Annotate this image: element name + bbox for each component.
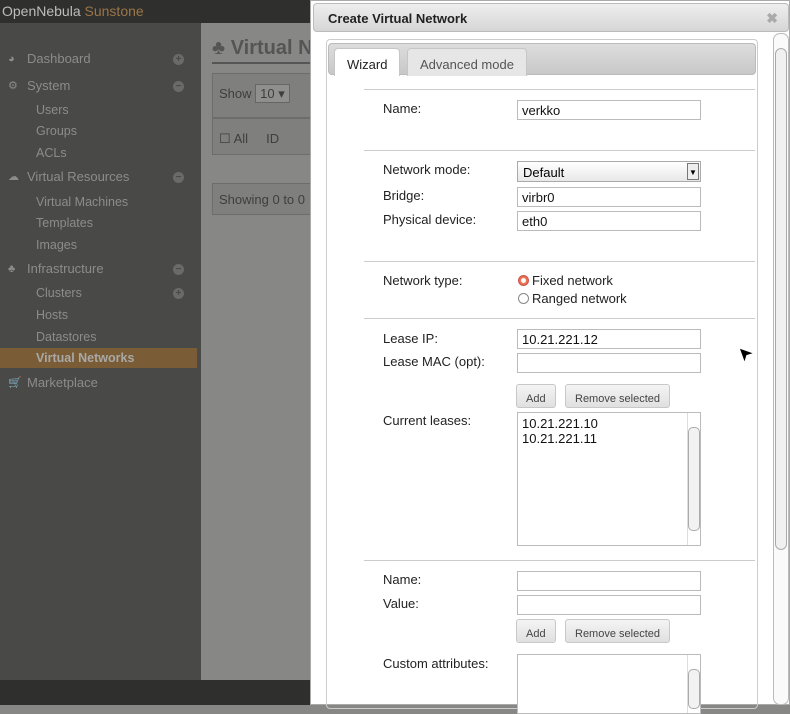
table-toolbar: Show 10 ▾ (212, 73, 312, 118)
sidebar-item-dashboard[interactable]: ◕ Dashboard + (0, 49, 197, 69)
dialog-scrollbar[interactable] (773, 33, 789, 705)
select-all-checkbox[interactable]: ☐ (219, 131, 231, 146)
sidebar-item-virtual-machines[interactable]: Virtual Machines (0, 192, 197, 212)
lease-ip-label: Lease IP: (383, 331, 438, 346)
add-attribute-button[interactable]: Add (516, 619, 556, 643)
remove-selected-attributes-button[interactable]: Remove selected (565, 619, 670, 643)
add-lease-button[interactable]: Add (516, 384, 556, 408)
dashboard-icon: ◕ (8, 53, 15, 65)
sidebar-item-virtual-networks[interactable]: Virtual Networks (0, 348, 197, 368)
sidebar: ◕ Dashboard + ⚙ System − Users Groups ACLs ☁… (0, 23, 201, 680)
list-item[interactable]: 10.21.221.10 (522, 416, 696, 431)
label: Clusters (36, 286, 82, 300)
list-item[interactable]: 10.21.221.11 (522, 431, 696, 446)
page-size-select[interactable]: 10 ▾ (255, 84, 290, 103)
close-icon[interactable]: ✖ (766, 10, 778, 27)
collapse-icon[interactable]: − (173, 264, 184, 275)
table-header: ☐ All ID (212, 118, 312, 155)
sidebar-item-system[interactable]: ⚙ System − (0, 76, 197, 96)
sidebar-item-users[interactable]: Users (0, 100, 197, 120)
label: Infrastructure (27, 261, 104, 276)
physical-device-input[interactable] (517, 211, 701, 231)
attribute-name-input[interactable] (517, 571, 701, 591)
divider (364, 150, 755, 151)
label: Virtual Resources (27, 169, 130, 184)
label: Marketplace (27, 375, 98, 390)
lease-ip-input[interactable] (517, 329, 701, 349)
label: System (27, 78, 71, 93)
label: All (233, 131, 249, 146)
lease-mac-label: Lease MAC (opt): (383, 354, 485, 369)
gears-icon: ⚙ (8, 80, 18, 92)
fixed-network-radio[interactable]: Fixed network (518, 273, 613, 288)
label: Dashboard (27, 51, 91, 66)
tab-bar: Wizard Advanced mode (328, 43, 756, 76)
ranged-network-radio[interactable]: Ranged network (518, 291, 627, 306)
current-leases-label: Current leases: (383, 413, 472, 428)
sitemap-icon: ♣ (8, 263, 16, 275)
list-scrollbar[interactable] (687, 413, 700, 545)
bridge-input[interactable] (517, 187, 701, 207)
sitemap-icon: ♣ (212, 37, 226, 59)
network-mode-select[interactable]: Default ▼ (517, 161, 701, 182)
sidebar-item-virtual-resources[interactable]: ☁ Virtual Resources − (0, 167, 197, 187)
column-id[interactable]: ID (266, 131, 279, 146)
expand-icon[interactable]: + (173, 288, 184, 299)
divider (364, 261, 755, 262)
show-label: Show (219, 86, 252, 101)
cloud-icon: ☁ (8, 171, 19, 183)
divider (364, 89, 755, 90)
custom-attributes-list[interactable] (517, 654, 701, 714)
create-virtual-network-dialog: Create Virtual Network ✖ Wizard Advanced … (310, 0, 790, 714)
table-footer: Showing 0 to 0 (212, 183, 312, 215)
brand-logo: OpenNebula Sunstone (2, 3, 144, 19)
attribute-value-label: Value: (383, 596, 419, 611)
bridge-label: Bridge: (383, 188, 425, 203)
network-type-label: Network type: (383, 273, 463, 288)
list-scrollbar[interactable] (687, 655, 700, 713)
scrollbar-thumb[interactable] (688, 427, 700, 531)
radio-unchecked-icon (518, 293, 529, 304)
lease-mac-input[interactable] (517, 353, 701, 373)
page-title: ♣ Virtual Networks (212, 37, 388, 64)
dialog-title-bar: Create Virtual Network ✖ (313, 3, 789, 32)
network-mode-label: Network mode: (383, 162, 471, 177)
sidebar-item-templates[interactable]: Templates (0, 213, 197, 233)
divider (364, 560, 755, 561)
remove-selected-leases-button[interactable]: Remove selected (565, 384, 670, 408)
custom-attributes-label: Custom attributes: (383, 656, 489, 671)
sidebar-item-groups[interactable]: Groups (0, 121, 197, 141)
attribute-value-input[interactable] (517, 595, 701, 615)
top-bar: OpenNebula Sunstone (0, 0, 310, 23)
physical-device-label: Physical device: (383, 212, 477, 227)
attribute-name-label: Name: (383, 572, 422, 587)
tab-advanced-mode[interactable]: Advanced mode (407, 48, 527, 76)
divider (364, 318, 755, 319)
footer-bar (0, 680, 310, 705)
sidebar-item-datastores[interactable]: Datastores (0, 327, 197, 347)
name-label: Name: (383, 101, 422, 116)
radio-checked-icon (518, 275, 529, 286)
cart-icon: 🛒 (8, 377, 22, 389)
collapse-icon[interactable]: − (173, 81, 184, 92)
main-content: ♣ Virtual Networks Show 10 ▾ ☐ All ID Sh… (201, 23, 388, 680)
scrollbar-thumb[interactable] (775, 48, 787, 550)
sidebar-item-infrastructure[interactable]: ♣ Infrastructure − (0, 259, 197, 279)
sidebar-item-images[interactable]: Images (0, 235, 197, 255)
dialog-title: Create Virtual Network (328, 11, 468, 26)
sidebar-item-acls[interactable]: ACLs (0, 143, 197, 163)
collapse-icon[interactable]: − (173, 172, 184, 183)
chevron-down-icon: ▼ (687, 163, 699, 180)
sidebar-item-hosts[interactable]: Hosts (0, 305, 197, 325)
tab-wizard[interactable]: Wizard (334, 48, 401, 76)
expand-icon[interactable]: + (173, 54, 184, 65)
name-input[interactable] (517, 100, 701, 120)
tab-container: Wizard Advanced mode Name: Network mode:… (326, 39, 758, 714)
current-leases-list[interactable]: 10.21.221.10 10.21.221.11 (517, 412, 701, 546)
scrollbar-thumb[interactable] (688, 669, 700, 709)
sidebar-item-marketplace[interactable]: 🛒 Marketplace (0, 373, 197, 393)
sidebar-item-clusters[interactable]: Clusters + (0, 283, 197, 303)
